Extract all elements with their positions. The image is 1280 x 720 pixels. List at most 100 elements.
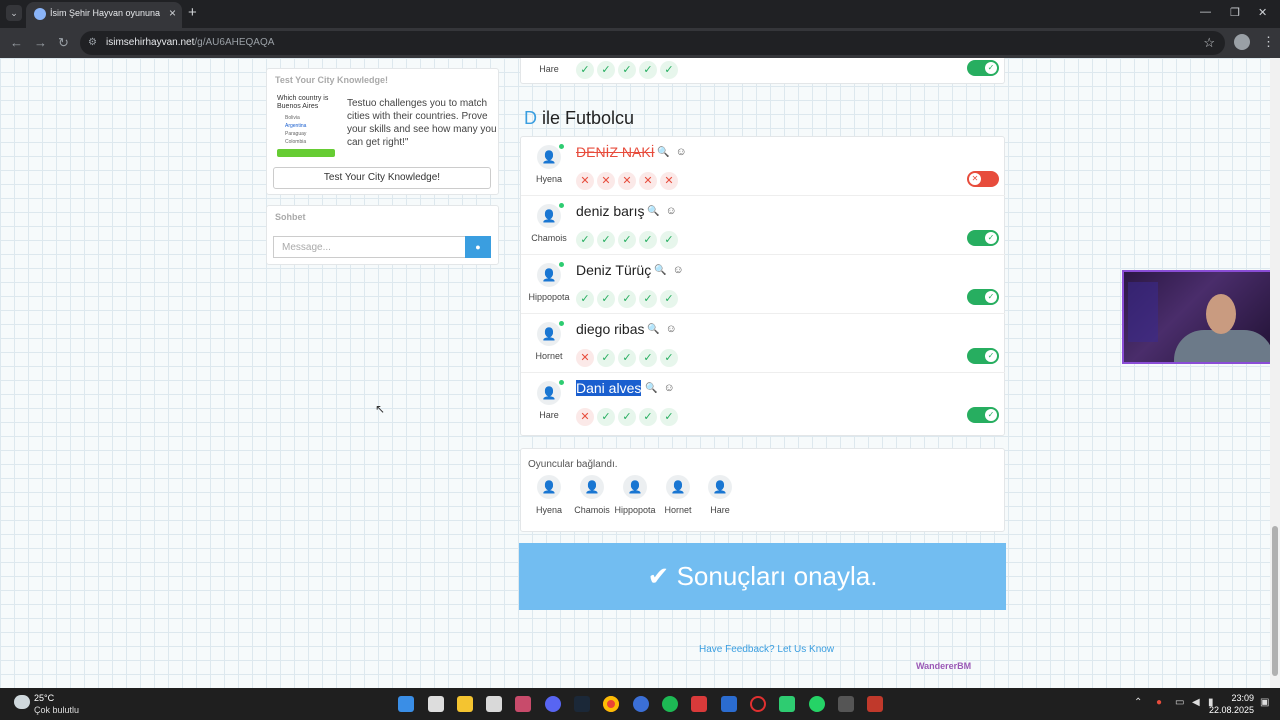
vote-check-icon: ✓ bbox=[639, 61, 657, 79]
ad-option: Argentina bbox=[285, 123, 307, 129]
app-icon[interactable] bbox=[691, 696, 707, 712]
answer-actions: 🔍 ☺ bbox=[647, 323, 677, 335]
file-explorer-icon[interactable] bbox=[457, 696, 473, 712]
page-content: Test Your City Knowledge! Which country … bbox=[0, 58, 1280, 688]
search-icon[interactable]: 🔍 bbox=[654, 265, 666, 276]
chat-send-button[interactable]: ● bbox=[465, 236, 491, 258]
approve-toggle[interactable]: ✓ bbox=[967, 348, 999, 364]
confirm-results-button[interactable]: ✔ Sonuçları onayla. bbox=[519, 543, 1006, 610]
vote-check-icon: ✓ bbox=[639, 231, 657, 249]
browser-toolbar: ← → ↻ ⚙ isimsehirhayvan.net/g/AU6AHEQAQA… bbox=[0, 28, 1280, 58]
taskbar-time[interactable]: 23:09 bbox=[1222, 693, 1254, 703]
chat-message-input[interactable]: Message... bbox=[273, 236, 465, 258]
player-name: Hare bbox=[539, 410, 559, 420]
start-icon[interactable] bbox=[398, 696, 414, 712]
app-icon[interactable] bbox=[779, 696, 795, 712]
app-icon[interactable] bbox=[486, 696, 502, 712]
windows-taskbar: 25°C Çok bulutlu ⌃ ● ▭ ◀ ▮ 23:09 22.08.2… bbox=[0, 688, 1280, 720]
emoji-icon[interactable]: ☺ bbox=[665, 323, 676, 335]
player-name: Chamois bbox=[574, 505, 610, 515]
player-avatar-icon: 👤 bbox=[666, 475, 690, 499]
bookmark-star-icon[interactable]: ☆ bbox=[1203, 35, 1215, 51]
search-icon[interactable]: 🔍 bbox=[657, 147, 669, 158]
answer-row: 👤 Hornet diego ribas 🔍 ☺ ✕ ✓ ✓ ✓ ✓ ✓ bbox=[521, 314, 1005, 373]
answer-text: deniz barış bbox=[576, 203, 645, 219]
notification-icon[interactable]: ▣ bbox=[1260, 697, 1269, 708]
spotify-icon[interactable] bbox=[662, 696, 678, 712]
chrome-icon[interactable] bbox=[603, 696, 619, 712]
vote-cross-icon: ✕ bbox=[660, 172, 678, 190]
window-close-icon[interactable]: ✕ bbox=[1258, 6, 1267, 19]
search-icon[interactable]: 🔍 bbox=[645, 383, 657, 394]
answer-text: DENİZ NAKİ bbox=[576, 144, 655, 160]
obs-icon[interactable] bbox=[838, 696, 854, 712]
browser-menu-icon[interactable]: ⋮ bbox=[1262, 34, 1275, 50]
emoji-icon[interactable]: ☺ bbox=[675, 146, 686, 158]
forward-icon[interactable]: → bbox=[34, 35, 47, 50]
search-icon[interactable]: 🔍 bbox=[647, 206, 659, 217]
maximize-icon[interactable]: ❐ bbox=[1230, 6, 1240, 19]
opera-icon[interactable] bbox=[750, 696, 766, 712]
webcam-background bbox=[1128, 282, 1158, 342]
site-info-icon[interactable]: ⚙ bbox=[88, 37, 97, 48]
page-scrollbar[interactable] bbox=[1270, 58, 1280, 688]
answer-row: 👤 Hyena DENİZ NAKİ 🔍 ☺ ✕ ✕ ✕ ✕ ✕ ✕ bbox=[521, 137, 1005, 196]
tray-chevron-icon[interactable]: ⌃ bbox=[1134, 697, 1142, 708]
ad-cta-button[interactable]: Test Your City Knowledge! bbox=[273, 167, 491, 189]
steam-icon[interactable] bbox=[574, 696, 590, 712]
webcam-overlay bbox=[1122, 270, 1280, 364]
feedback-link[interactable]: Have Feedback? Let Us Know bbox=[699, 644, 834, 655]
mouse-cursor-icon: ↖ bbox=[375, 402, 386, 416]
profile-avatar-icon[interactable] bbox=[1234, 34, 1250, 50]
player-name: Chamois bbox=[531, 233, 567, 243]
whatsapp-icon[interactable] bbox=[809, 696, 825, 712]
address-bar[interactable]: ⚙ isimsehirhayvan.net/g/AU6AHEQAQA ☆ bbox=[80, 31, 1225, 55]
vote-check-icon: ✓ bbox=[597, 408, 615, 426]
browser-tab[interactable]: İsim Şehir Hayvan oyununa katıl × bbox=[26, 2, 182, 28]
answer-actions: 🔍 ☺ bbox=[645, 382, 675, 394]
app-icon[interactable] bbox=[515, 696, 531, 712]
players-status: Oyuncular bağlandı. bbox=[528, 459, 618, 470]
approve-toggle[interactable]: ✓ bbox=[967, 407, 999, 423]
player-avatar-icon: 👤 bbox=[623, 475, 647, 499]
discord-icon[interactable] bbox=[545, 696, 561, 712]
app-icon[interactable] bbox=[867, 696, 883, 712]
new-tab-icon[interactable]: + bbox=[188, 4, 197, 21]
emoji-icon[interactable]: ☺ bbox=[663, 382, 674, 394]
app-icon[interactable] bbox=[721, 696, 737, 712]
search-icon[interactable]: 🔍 bbox=[647, 324, 659, 335]
volume-icon[interactable]: ◀ bbox=[1192, 697, 1200, 708]
ad-title: Test Your City Knowledge! bbox=[275, 75, 389, 85]
ad-description: Testuo challenges you to match cities wi… bbox=[347, 98, 497, 148]
chat-panel: Sohbet Message... ● bbox=[266, 205, 499, 265]
taskbar-date[interactable]: 22.08.2025 bbox=[1208, 705, 1254, 715]
microphone-icon[interactable]: ● bbox=[1156, 697, 1162, 708]
emoji-icon[interactable]: ☺ bbox=[672, 264, 683, 276]
player-name: Hornet bbox=[664, 505, 692, 515]
tab-search-icon[interactable]: ⌄ bbox=[6, 5, 22, 21]
player-name: Hyena bbox=[535, 174, 562, 184]
approve-toggle[interactable]: ✓ bbox=[967, 230, 999, 246]
category-title: ile Futbolcu bbox=[542, 108, 635, 128]
vote-check-icon: ✓ bbox=[639, 290, 657, 308]
approve-toggle[interactable]: ✕ bbox=[967, 171, 999, 187]
ad-image: Which country is Buenos Aires Bolivia Ar… bbox=[277, 95, 337, 163]
emoji-icon[interactable]: ☺ bbox=[665, 205, 676, 217]
player-avatar-icon: 👤 bbox=[580, 475, 604, 499]
send-icon: ● bbox=[475, 242, 481, 252]
stream-overlay-name: WandererBM bbox=[916, 661, 972, 671]
answer-text: diego ribas bbox=[576, 321, 645, 337]
store-icon[interactable] bbox=[428, 696, 444, 712]
app-icon[interactable] bbox=[633, 696, 649, 712]
reload-icon[interactable]: ↻ bbox=[58, 35, 69, 51]
minimize-icon[interactable]: — bbox=[1200, 6, 1211, 18]
network-icon[interactable]: ▭ bbox=[1175, 697, 1184, 708]
vote-cross-icon: ✕ bbox=[576, 172, 594, 190]
approve-toggle[interactable]: ✓ bbox=[967, 289, 999, 305]
weather-cloud-icon[interactable] bbox=[14, 695, 30, 709]
scroll-thumb[interactable] bbox=[1272, 526, 1278, 676]
vote-list: ✓ ✓ ✓ ✓ ✓ bbox=[576, 60, 681, 79]
approve-toggle[interactable]: ✓ bbox=[967, 60, 999, 76]
back-icon[interactable]: ← bbox=[10, 35, 23, 50]
tab-close-icon[interactable]: × bbox=[169, 6, 176, 20]
